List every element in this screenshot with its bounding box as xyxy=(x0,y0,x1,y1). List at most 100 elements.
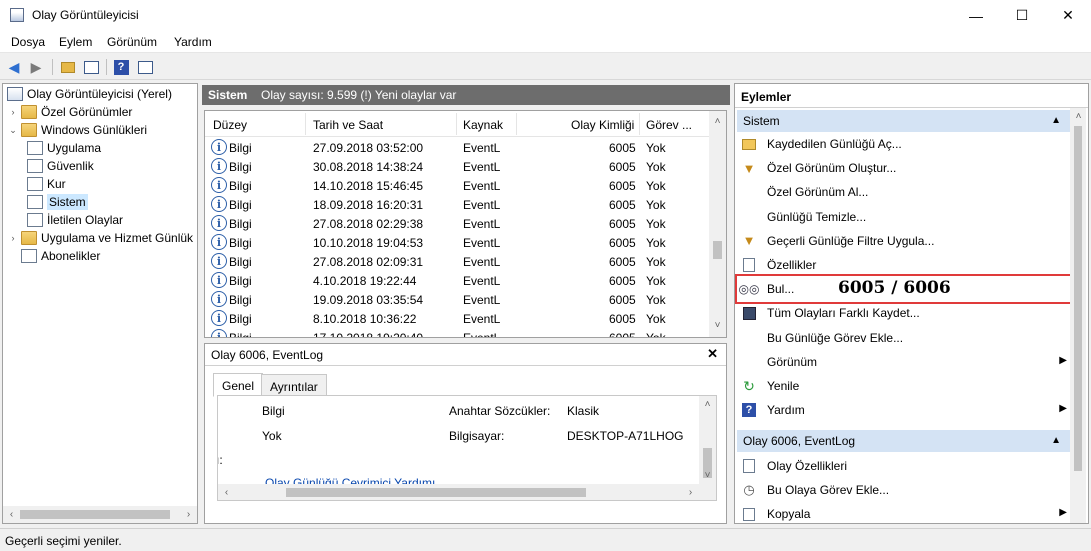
menu-eylem[interactable]: Eylem xyxy=(59,35,92,49)
help-icon[interactable]: ? xyxy=(112,58,130,76)
col-event-id[interactable]: Olay Kimliği xyxy=(571,118,634,132)
cell-source: EventL xyxy=(463,255,501,269)
action-item-özel-görünüm-al[interactable]: Özel Görünüm Al... xyxy=(739,181,1071,203)
action-item-görünüm[interactable]: Görünüm ▶ xyxy=(739,351,1071,373)
tree-subscriptions[interactable]: Abonelikler xyxy=(19,247,100,265)
minimize-icon[interactable]: — xyxy=(953,0,999,31)
action-item-bu-günlüğe-görev-ekle[interactable]: Bu Günlüğe Görev Ekle... xyxy=(739,327,1071,349)
actions-section-event[interactable]: Olay 6006, EventLog ▲ xyxy=(737,430,1071,452)
tab-genel[interactable]: Genel xyxy=(213,373,264,397)
log-icon xyxy=(27,195,43,209)
table-row[interactable]: i Bilgi 18.09.2018 16:20:31 EventL 6005 Yok xyxy=(205,195,710,214)
folder-up-icon[interactable] xyxy=(59,58,77,76)
save-icon xyxy=(741,305,757,321)
tree-hscroll[interactable]: ‹ › xyxy=(3,506,197,523)
table-row[interactable]: i Bilgi 27.09.2018 03:52:00 EventL 6005 Yok xyxy=(205,138,710,157)
cell-task: Yok xyxy=(646,255,666,269)
event-list-vscroll[interactable]: ˄ ˅ xyxy=(709,111,726,337)
back-icon[interactable]: ◀ xyxy=(5,58,23,76)
col-task[interactable]: Görev ... xyxy=(646,118,692,132)
maximize-icon[interactable]: ☐ xyxy=(999,0,1045,31)
action-item-kaydedilen-günlüğü-aç[interactable]: Kaydedilen Günlüğü Aç... xyxy=(739,133,1071,155)
close-icon[interactable]: ✕ xyxy=(1045,0,1091,31)
scroll-thumb[interactable] xyxy=(713,241,722,259)
scroll-right-icon[interactable]: › xyxy=(180,506,197,523)
tree-log-guvenlik[interactable]: Güvenlik xyxy=(25,157,94,175)
chevron-right-icon[interactable]: › xyxy=(7,107,19,117)
info-icon: i xyxy=(211,215,227,231)
table-row[interactable]: i Bilgi 10.10.2018 19:04:53 EventL 6005 Yok xyxy=(205,233,710,252)
log-header: Sistem Olay sayısı: 9.599 (!) Yeni olayl… xyxy=(202,85,730,105)
action-item-kopyala[interactable]: Kopyala ▶ xyxy=(739,503,1071,523)
col-level[interactable]: Düzey xyxy=(213,118,247,132)
scroll-left-icon[interactable]: ‹ xyxy=(3,506,20,523)
collapse-up-icon[interactable]: ▲ xyxy=(1051,435,1061,446)
table-row[interactable]: i Bilgi 27.08.2018 02:29:38 EventL 6005 Yok xyxy=(205,214,710,233)
log-icon xyxy=(27,177,43,191)
scroll-down-icon[interactable]: ˅ xyxy=(699,467,716,484)
scroll-down-icon[interactable]: ˅ xyxy=(709,317,726,334)
action-item-özel-görünüm-oluştur[interactable]: ▼ Özel Görünüm Oluştur... xyxy=(739,157,1071,179)
log-icon xyxy=(27,159,43,173)
table-row[interactable]: i Bilgi 8.10.2018 10:36:22 EventL 6005 Yok xyxy=(205,309,710,328)
folder-open-icon xyxy=(741,136,757,152)
properties-icon xyxy=(741,257,757,273)
action-item-tüm-olayları-farklı-kaydet[interactable]: Tüm Olayları Farklı Kaydet... xyxy=(739,302,1071,324)
collapse-up-icon[interactable]: ▲ xyxy=(1051,115,1061,126)
forward-icon[interactable]: ▶ xyxy=(27,58,45,76)
menu-dosya[interactable]: Dosya xyxy=(11,35,45,49)
submenu-arrow-icon: ▶ xyxy=(1059,354,1067,366)
actions-vscroll[interactable]: ˄ xyxy=(1070,108,1086,523)
scroll-up-icon[interactable]: ˄ xyxy=(709,113,726,130)
cell-source: EventL xyxy=(463,179,501,193)
submenu-arrow-icon: ▶ xyxy=(1059,403,1067,415)
tree-log-sistem[interactable]: Sistem xyxy=(25,193,88,211)
action-item-günlüğü-temizle[interactable]: Günlüğü Temizle... xyxy=(739,206,1071,228)
cell-source: EventL xyxy=(463,312,501,326)
console-tree-icon[interactable] xyxy=(82,58,100,76)
info-icon: i xyxy=(211,329,227,337)
tree-windows-logs[interactable]: ⌄ Windows Günlükleri xyxy=(7,121,147,139)
scroll-up-icon[interactable]: ˄ xyxy=(699,396,716,413)
table-row[interactable]: i Bilgi 4.10.2018 19:22:44 EventL 6005 Yok xyxy=(205,271,710,290)
actions-section-sistem[interactable]: Sistem ▲ xyxy=(737,110,1071,132)
action-item-yardım[interactable]: ? Yardım ▶ xyxy=(739,399,1071,421)
table-row[interactable]: i Bilgi 30.08.2018 14:38:24 EventL 6005 Yok xyxy=(205,157,710,176)
action-item-olay-özellikleri[interactable]: Olay Özellikleri xyxy=(739,455,1071,477)
chevron-right-icon[interactable]: › xyxy=(7,233,19,243)
tree-root[interactable]: Olay Görüntüleyicisi (Yerel) xyxy=(5,85,172,103)
table-row[interactable]: i Bilgi 27.08.2018 02:09:31 EventL 6005 Yok xyxy=(205,252,710,271)
tab-ayrintilar[interactable]: Ayrıntılar xyxy=(261,374,327,396)
col-source[interactable]: Kaynak xyxy=(463,118,503,132)
table-row[interactable]: i Bilgi 17.10.2018 19:20:40 EventL 6005 Yok xyxy=(205,328,710,338)
tree-log-uygulama[interactable]: Uygulama xyxy=(25,139,101,157)
detail-keywords-label: Anahtar Sözcükler: xyxy=(449,404,551,418)
tree-log-iletilen[interactable]: İletilen Olaylar xyxy=(25,211,123,229)
col-date[interactable]: Tarih ve Saat xyxy=(313,118,383,132)
action-item-özellikler[interactable]: Özellikler xyxy=(739,254,1071,276)
scroll-up-icon[interactable]: ˄ xyxy=(1070,108,1087,125)
menu-gorunum[interactable]: Görünüm xyxy=(107,35,157,49)
detail-close-icon[interactable]: ✕ xyxy=(707,346,718,362)
chevron-down-icon[interactable]: ⌄ xyxy=(7,125,19,136)
scroll-left-icon[interactable]: ‹ xyxy=(218,484,235,500)
action-pane-icon[interactable] xyxy=(136,58,154,76)
table-row[interactable]: i Bilgi 19.09.2018 03:35:54 EventL 6005 Yok xyxy=(205,290,710,309)
menu-yardim[interactable]: Yardım xyxy=(174,35,212,49)
tree-custom-views[interactable]: › Özel Görünümler xyxy=(7,103,132,121)
cell-date: 17.10.2018 19:20:40 xyxy=(313,331,424,338)
detail-header: Olay 6006, EventLog ✕ xyxy=(205,344,726,366)
action-item-bu-olaya-görev-ekle[interactable]: ◷ Bu Olaya Görev Ekle... xyxy=(739,479,1071,501)
detail-vscroll[interactable]: ˄ ˅ xyxy=(699,396,716,484)
detail-hscroll[interactable]: ‹ › xyxy=(218,484,716,500)
table-row[interactable]: i Bilgi 14.10.2018 15:46:45 EventL 6005 Yok xyxy=(205,176,710,195)
tree-log-kur[interactable]: Kur xyxy=(25,175,66,193)
cell-date: 4.10.2018 19:22:44 xyxy=(313,274,417,288)
app-icon xyxy=(10,8,24,22)
detail-level-value: Bilgi xyxy=(262,404,285,418)
action-item-yenile[interactable]: ↻ Yenile xyxy=(739,375,1071,397)
scroll-right-icon[interactable]: › xyxy=(682,484,699,500)
refresh-icon: ↻ xyxy=(743,377,755,394)
tree-app-services[interactable]: › Uygulama ve Hizmet Günlük xyxy=(7,229,193,247)
action-item-geçerli-günlüğe-filtre-uygula[interactable]: ▼ Geçerli Günlüğe Filtre Uygula... xyxy=(739,230,1071,252)
